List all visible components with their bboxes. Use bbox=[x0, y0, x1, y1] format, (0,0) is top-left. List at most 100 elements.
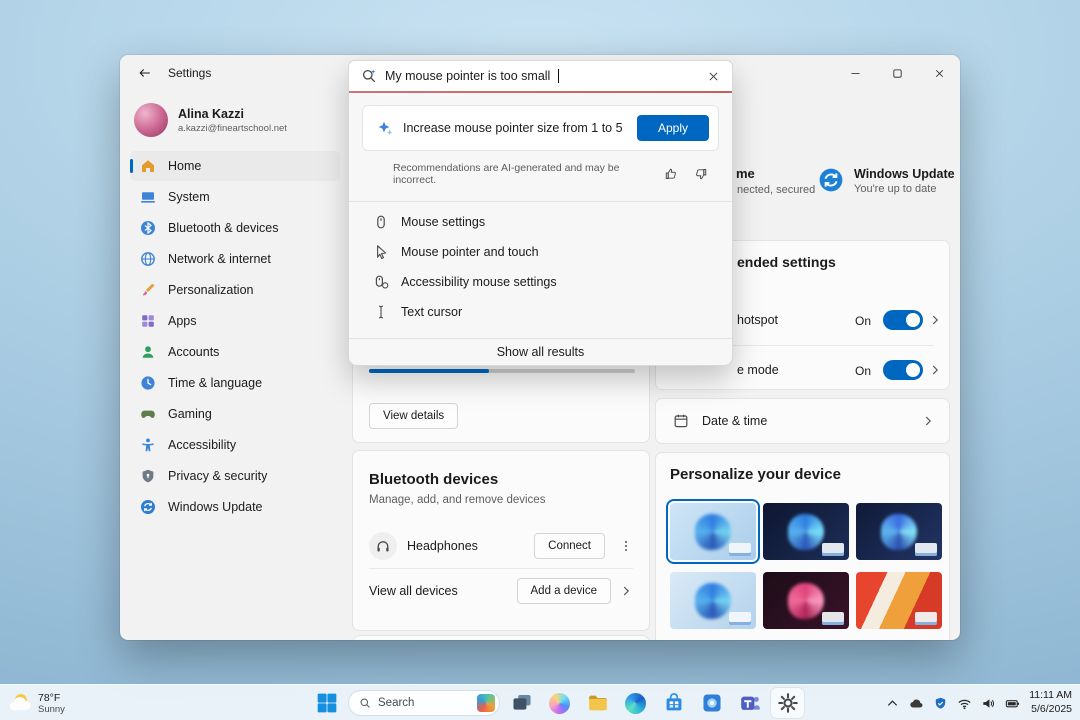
close-button[interactable] bbox=[918, 55, 960, 91]
edge-button[interactable] bbox=[619, 688, 652, 718]
home-icon bbox=[140, 158, 156, 174]
thumbs-up-icon[interactable] bbox=[664, 167, 678, 181]
search-box[interactable]: My mouse pointer is too small bbox=[349, 61, 732, 91]
taskbar-center: Search bbox=[310, 685, 804, 720]
chevron-right-icon[interactable] bbox=[928, 313, 942, 327]
hotspot-label-partial: hotspot bbox=[737, 313, 778, 327]
sparkle-icon bbox=[377, 120, 393, 136]
show-all-results[interactable]: Show all results bbox=[349, 339, 732, 365]
search-result-text-cursor[interactable]: Text cursor bbox=[349, 297, 732, 327]
window-preview-chip bbox=[729, 543, 751, 556]
maximize-button[interactable] bbox=[876, 55, 918, 91]
date-time-row[interactable]: Date & time bbox=[655, 398, 950, 444]
weather-widget[interactable]: 78°F Sunny bbox=[8, 685, 65, 720]
store-icon bbox=[663, 692, 685, 714]
sidebar-item-windows-update[interactable]: Windows Update bbox=[130, 492, 340, 522]
start-button[interactable] bbox=[310, 688, 343, 718]
connect-button[interactable]: Connect bbox=[534, 533, 605, 559]
mode-toggle[interactable] bbox=[883, 360, 923, 380]
network-icon bbox=[140, 251, 156, 267]
battery-icon[interactable] bbox=[1005, 696, 1020, 711]
sidebar-item-apps[interactable]: Apps bbox=[130, 306, 340, 336]
windows-update-subtitle: You're up to date bbox=[854, 183, 955, 195]
sidebar-item-personalization[interactable]: Personalization bbox=[130, 275, 340, 305]
personalization-icon bbox=[140, 282, 156, 298]
photos-button[interactable] bbox=[695, 688, 728, 718]
window-preview-chip bbox=[822, 543, 844, 556]
copilot-button[interactable] bbox=[543, 688, 576, 718]
chevron-right-icon bbox=[619, 584, 633, 598]
sidebar-item-bluetooth[interactable]: Bluetooth & devices bbox=[130, 213, 340, 243]
search-query-text: My mouse pointer is too small bbox=[385, 69, 550, 83]
clock-date: 5/6/2025 bbox=[1031, 703, 1072, 717]
apply-button[interactable]: Apply bbox=[637, 115, 709, 141]
mouse-icon bbox=[373, 214, 389, 230]
system-tray: 11:11 AM 5/6/2025 bbox=[885, 685, 1072, 720]
security-shield-icon[interactable] bbox=[933, 696, 948, 711]
wallpaper-thumbnail-2[interactable] bbox=[763, 503, 849, 560]
close-search-icon[interactable] bbox=[707, 70, 720, 83]
minimize-button[interactable] bbox=[834, 55, 876, 91]
wallpaper-thumbnail-6[interactable] bbox=[856, 572, 942, 629]
wifi-icon[interactable] bbox=[957, 696, 972, 711]
search-result-accessibility-mouse[interactable]: Accessibility mouse settings bbox=[349, 267, 732, 297]
window-title: Settings bbox=[168, 66, 211, 80]
file-explorer-button[interactable] bbox=[581, 688, 614, 718]
sidebar-item-label: Bluetooth & devices bbox=[168, 221, 279, 235]
wallpaper-thumbnail-5[interactable] bbox=[763, 572, 849, 629]
accounts-icon bbox=[140, 344, 156, 360]
window-preview-chip bbox=[915, 612, 937, 625]
headphones-row[interactable]: Headphones Connect bbox=[369, 524, 633, 568]
search-flyout: My mouse pointer is too small Increase m… bbox=[348, 60, 733, 366]
windows-update-status-icon bbox=[818, 167, 844, 193]
search-result-label: Text cursor bbox=[401, 305, 462, 319]
thumbs-down-icon[interactable] bbox=[694, 167, 708, 181]
chevron-right-icon[interactable] bbox=[928, 363, 942, 377]
wallpaper-thumbnail-3[interactable] bbox=[856, 503, 942, 560]
volume-icon[interactable] bbox=[981, 696, 996, 711]
taskbar-search-box[interactable]: Search bbox=[348, 690, 500, 716]
wallpaper-thumbnail-4[interactable] bbox=[670, 572, 756, 629]
file-explorer-icon bbox=[587, 692, 609, 714]
calendar-icon bbox=[673, 413, 689, 429]
sidebar-item-label: Personalization bbox=[168, 283, 253, 297]
profile-name: Alina Kazzi bbox=[178, 107, 287, 121]
more-options-icon[interactable] bbox=[619, 539, 633, 553]
taskbar: 78°F Sunny Search bbox=[0, 684, 1080, 720]
accessibility-icon bbox=[140, 437, 156, 453]
teams-button[interactable] bbox=[733, 688, 766, 718]
task-view-button[interactable] bbox=[505, 688, 538, 718]
settings-taskbar-button[interactable] bbox=[771, 688, 804, 718]
sidebar-item-label: Apps bbox=[168, 314, 197, 328]
wallpaper-thumbnail-1[interactable] bbox=[670, 503, 756, 560]
headphones-icon bbox=[369, 532, 397, 560]
view-details-button[interactable]: View details bbox=[369, 403, 458, 429]
windows-update-status[interactable]: Windows Update You're up to date bbox=[818, 167, 955, 195]
add-device-button[interactable]: Add a device bbox=[517, 578, 612, 604]
sidebar-item-home[interactable]: Home bbox=[130, 151, 340, 181]
onedrive-icon[interactable] bbox=[909, 696, 924, 711]
device-name-partial: me bbox=[736, 166, 755, 181]
time-language-icon bbox=[140, 375, 156, 391]
store-button[interactable] bbox=[657, 688, 690, 718]
search-placeholder: Search bbox=[378, 697, 414, 709]
search-result-label: Mouse settings bbox=[401, 215, 485, 229]
clock[interactable]: 11:11 AM 5/6/2025 bbox=[1029, 689, 1072, 716]
search-result-mouse-pointer-touch[interactable]: Mouse pointer and touch bbox=[349, 237, 732, 267]
user-profile[interactable]: Alina Kazzi a.kazzi@fineartschool.net bbox=[134, 103, 336, 137]
hidden-icons-chevron[interactable] bbox=[885, 696, 900, 711]
copilot-search-icon bbox=[361, 68, 377, 84]
sidebar-item-network[interactable]: Network & internet bbox=[130, 244, 340, 274]
avatar bbox=[134, 103, 168, 137]
view-all-devices-row[interactable]: View all devices Add a device bbox=[369, 568, 633, 612]
sidebar-item-accounts[interactable]: Accounts bbox=[130, 337, 340, 367]
sidebar-item-accessibility[interactable]: Accessibility bbox=[130, 430, 340, 460]
back-button[interactable] bbox=[132, 60, 158, 86]
sidebar-item-gaming[interactable]: Gaming bbox=[130, 399, 340, 429]
sidebar-item-label: Gaming bbox=[168, 407, 212, 421]
sidebar-item-privacy[interactable]: Privacy & security bbox=[130, 461, 340, 491]
hotspot-toggle[interactable] bbox=[883, 310, 923, 330]
search-result-mouse-settings[interactable]: Mouse settings bbox=[349, 207, 732, 237]
sidebar-item-time-language[interactable]: Time & language bbox=[130, 368, 340, 398]
sidebar-item-system[interactable]: System bbox=[130, 182, 340, 212]
